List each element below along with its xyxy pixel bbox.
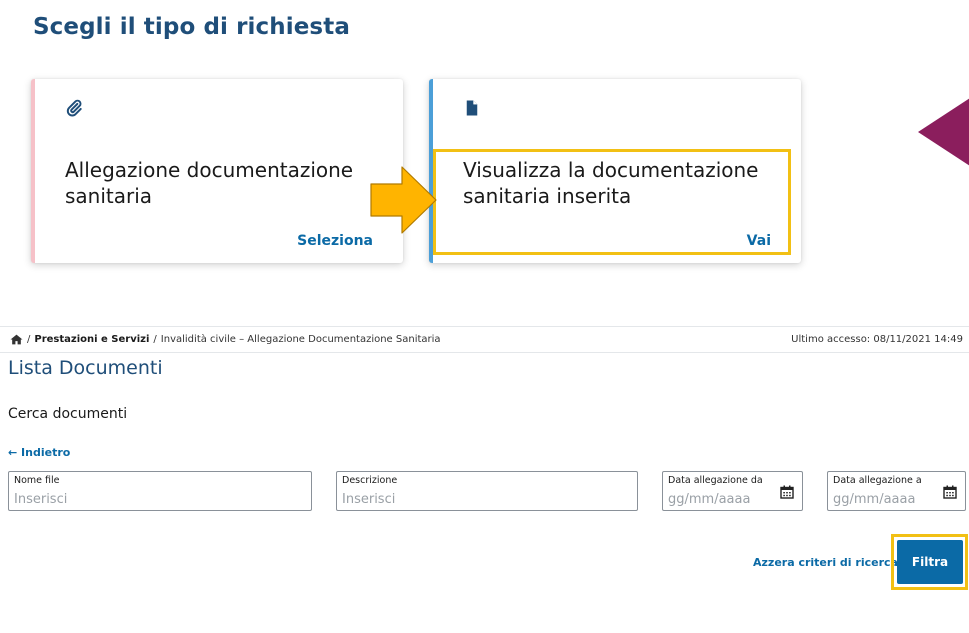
divider xyxy=(0,352,969,353)
date-to-field[interactable]: Data allegazione a xyxy=(827,471,966,511)
card-visualizza[interactable]: Visualizza la documentazione sanitaria i… xyxy=(429,79,801,263)
filename-field[interactable]: Nome file xyxy=(8,471,312,511)
card-title: Visualizza la documentazione sanitaria i… xyxy=(463,158,759,208)
filter-button[interactable]: Filtra xyxy=(897,540,963,584)
breadcrumb: / Prestazioni e Servizi / Invalidità civ… xyxy=(10,334,441,345)
divider xyxy=(0,326,969,327)
page-heading: Scegli il tipo di richiesta xyxy=(33,14,350,40)
go-link[interactable]: Vai xyxy=(747,233,771,249)
arrow-right-icon xyxy=(370,166,437,234)
field-label: Descrizione xyxy=(342,475,398,486)
breadcrumb-separator: / xyxy=(153,334,157,345)
calendar-icon[interactable] xyxy=(943,485,957,499)
decorative-triangle xyxy=(918,98,969,166)
field-label: Data allegazione da xyxy=(668,475,763,486)
date-to-input[interactable] xyxy=(833,490,937,508)
home-icon[interactable] xyxy=(10,334,23,345)
filename-input[interactable] xyxy=(14,490,306,508)
field-label: Data allegazione a xyxy=(833,475,922,486)
back-link[interactable]: ← Indietro xyxy=(8,446,70,459)
breadcrumb-separator: / xyxy=(27,334,31,345)
calendar-icon[interactable] xyxy=(780,485,794,499)
list-title: Lista Documenti xyxy=(8,357,163,379)
paperclip-icon xyxy=(66,99,82,117)
card-title: Allegazione documentazione sanitaria xyxy=(65,158,354,208)
description-field[interactable]: Descrizione xyxy=(336,471,638,511)
field-label: Nome file xyxy=(14,475,60,486)
search-title: Cerca documenti xyxy=(8,406,128,422)
reset-search-link[interactable]: Azzera criteri di ricerca xyxy=(753,556,898,569)
card-allegazione[interactable]: Allegazione documentazione sanitaria Sel… xyxy=(31,79,403,263)
select-link[interactable]: Seleziona xyxy=(297,233,373,249)
last-access: Ultimo accesso: 08/11/2021 14:49 xyxy=(791,334,963,345)
document-icon xyxy=(466,100,478,116)
date-from-field[interactable]: Data allegazione da xyxy=(662,471,803,511)
breadcrumb-current: Invalidità civile – Allegazione Document… xyxy=(160,334,441,345)
breadcrumb-prestazioni[interactable]: Prestazioni e Servizi xyxy=(34,334,149,345)
date-from-input[interactable] xyxy=(668,490,774,508)
description-input[interactable] xyxy=(342,490,632,508)
